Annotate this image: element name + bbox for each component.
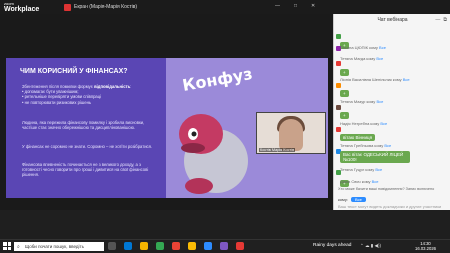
clock-date: 16.03.2026 [415,246,436,251]
slide-bullet: • не повторювати ризикових рішень [22,99,92,105]
zoom-logo: zoom Workplace [4,1,39,13]
presenter-name: Костів Марія Костів [259,148,296,152]
chat-visibility-notice[interactable]: Хто може бачити ваші повідомлення? Запис… [338,187,434,191]
popout-icon[interactable]: ⧉ [443,17,447,23]
share-badge-icon [64,3,71,11]
app-icon[interactable] [220,242,228,250]
weather-widget[interactable]: Rainy days ahead [313,243,351,248]
webcam-video[interactable]: Костів Марія Костів [256,112,326,154]
task-view-icon[interactable] [108,242,116,250]
chat-message: Тетяна Мазур кому Все + [340,99,384,119]
taskbar-apps [108,242,244,250]
chat-controls: — ⧉ [435,17,447,23]
zoom-app-icon[interactable] [204,242,212,250]
shared-screen: ЧИМ КОРИСНИЙ У ФІНАНСАХ? Збентеження піс… [0,14,333,210]
chat-message: Оксана ЦЮПІК кому Все [340,45,386,50]
search-placeholder: Щоби почати пошук, введіть [25,244,84,249]
app-icon[interactable] [236,242,244,250]
chat-message: Надія Негребна кому Все вітаю Вінниця [340,121,388,141]
chat-message: Ліонія Василівна Шепільник кому Все + [340,77,410,97]
taskbar-clock[interactable]: 14:30 16.03.2026 [415,241,436,251]
chrome-icon[interactable] [156,242,164,250]
chat-minimize-icon[interactable]: — [435,17,440,23]
recipient-label: кому: [338,197,348,202]
window-controls: — □ ✕ [275,3,315,9]
recipient-select[interactable]: Все [350,197,366,202]
minimize-icon[interactable]: — [275,3,280,9]
recipient-row: кому: Все [338,197,366,202]
chat-message: Діана Свяч кому Все [340,179,379,184]
presenter-face [279,119,303,151]
file-explorer-icon[interactable] [140,242,148,250]
slide-para-2: Людина, яка пережила фінансову помилку і… [22,120,145,131]
chat-panel: Чат вебінара — ⧉ + Оксана ЦЮПІК кому Все… [333,14,450,210]
slide-para-1: Збентеження після помилки формує відпові… [22,84,160,105]
system-tray[interactable]: ⌃ ☁ ▮ ◀)) [360,243,381,249]
maximize-icon[interactable]: □ [294,3,297,9]
zoom-brand-bottom: Workplace [4,6,40,13]
app-icon[interactable] [188,242,196,250]
app-icon[interactable] [172,242,180,250]
search-icon: ⌕ [17,244,20,250]
chat-title: Чат вебінара [377,17,408,23]
taskbar: ⌕ Щоби почати пошук, введіть Rainy days … [0,210,450,253]
close-icon[interactable]: ✕ [311,3,315,9]
chat-message: Тетяна Магда кому Все + [340,56,384,76]
chat-message: Тетяна Гребньова кому Все Вас вітає ОДЕС… [340,143,448,166]
slide-heading: ЧИМ КОРИСНИЙ У ФІНАНСАХ? [20,68,128,75]
taskbar-search[interactable]: ⌕ Щоби почати пошук, введіть [14,242,104,251]
slide-para-3: У фінансах не соромно не знати. Соромно … [22,144,153,149]
edge-icon[interactable] [124,242,132,250]
windows-start-icon[interactable] [3,242,11,250]
screen-share-tab[interactable]: Екран (Марія-Марія Костів) [64,3,137,11]
zoom-top-bar: zoom Workplace Екран (Марія-Марія Костів… [0,0,450,14]
share-title: Екран (Марія-Марія Костів) [74,4,138,10]
slide-para-4: Фінансова впевненість починається не з в… [22,162,149,178]
